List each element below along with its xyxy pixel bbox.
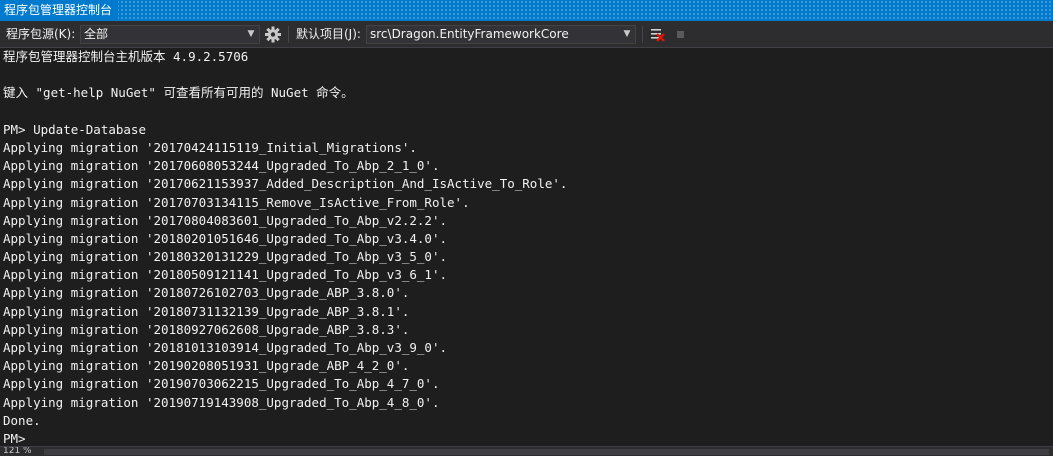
- toolbar-separator: [288, 26, 289, 43]
- console-line: Applying migration '20180509121141_Upgra…: [3, 267, 448, 283]
- console-output[interactable]: 程序包管理器控制台主机版本 4.9.2.5706 键入 "get-help NuG…: [0, 48, 1053, 446]
- console-line: Applying migration '20190719143908_Upgra…: [3, 394, 440, 410]
- package-manager-console-window: 程序包管理器控制台 程序包源(K): 全部 ▼ 默认项目(J): src\Dra…: [0, 0, 1053, 456]
- console-line: Done.: [3, 412, 41, 428]
- console-line: Applying migration '20180201051646_Upgra…: [3, 230, 448, 246]
- horizontal-scrollbar[interactable]: [44, 449, 1049, 455]
- chevron-down-icon: ▼: [247, 29, 255, 39]
- console-line: 键入 "get-help NuGet" 可查看所有可用的 NuGet 命令。: [3, 85, 354, 101]
- chevron-down-icon: ▼: [623, 29, 631, 39]
- gear-icon: [265, 26, 281, 43]
- console-line: Applying migration '20170608053244_Upgra…: [3, 158, 440, 174]
- console-line: Applying migration '20180927062608_Upgra…: [3, 321, 410, 337]
- package-source-dropdown[interactable]: 全部 ▼: [80, 25, 260, 44]
- zoom-level[interactable]: 121 %: [3, 447, 32, 456]
- console-line: Applying migration '20190208051931_Upgra…: [3, 358, 410, 374]
- window-title: 程序包管理器控制台: [0, 0, 119, 21]
- title-bar[interactable]: 程序包管理器控制台: [0, 0, 1053, 21]
- toolbar-separator: [642, 26, 643, 43]
- clear-console-icon: [651, 29, 665, 42]
- settings-button[interactable]: [263, 25, 283, 44]
- stop-icon: [677, 31, 684, 38]
- console-line: Applying migration '20180731132139_Upgra…: [3, 303, 410, 319]
- status-bar: 121 %: [0, 446, 1053, 456]
- default-project-value: src\Dragon.EntityFrameworkCore: [370, 27, 569, 41]
- console-line: Applying migration '20180726102703_Upgra…: [3, 285, 410, 301]
- console-line: Applying migration '20170621153937_Added…: [3, 176, 568, 192]
- console-line: Applying migration '20181013103914_Upgra…: [3, 340, 448, 355]
- package-source-value: 全部: [84, 27, 109, 41]
- console-line: PM> Update-Database: [3, 121, 146, 137]
- console-line: Applying migration '20170804083601_Upgra…: [3, 212, 448, 228]
- console-line: Applying migration '20190703062215_Upgra…: [3, 376, 440, 392]
- package-source-label: 程序包源(K):: [6, 27, 76, 41]
- default-project-label: 默认项目(J):: [296, 27, 361, 41]
- console-toolbar: 程序包源(K): 全部 ▼ 默认项目(J): src\Dragon.Entity…: [0, 21, 1053, 48]
- console-line: 程序包管理器控制台主机版本 4.9.2.5706: [3, 49, 249, 64]
- console-line: PM>: [3, 430, 26, 446]
- default-project-dropdown[interactable]: src\Dragon.EntityFrameworkCore ▼: [366, 25, 636, 44]
- console-line: Applying migration '20170424115119_Initi…: [3, 139, 417, 155]
- console-line: Applying migration '20180320131229_Upgra…: [3, 249, 448, 265]
- stop-button[interactable]: [671, 25, 691, 44]
- clear-console-button[interactable]: [648, 25, 668, 44]
- console-line: Applying migration '20170703134115_Remov…: [3, 194, 470, 210]
